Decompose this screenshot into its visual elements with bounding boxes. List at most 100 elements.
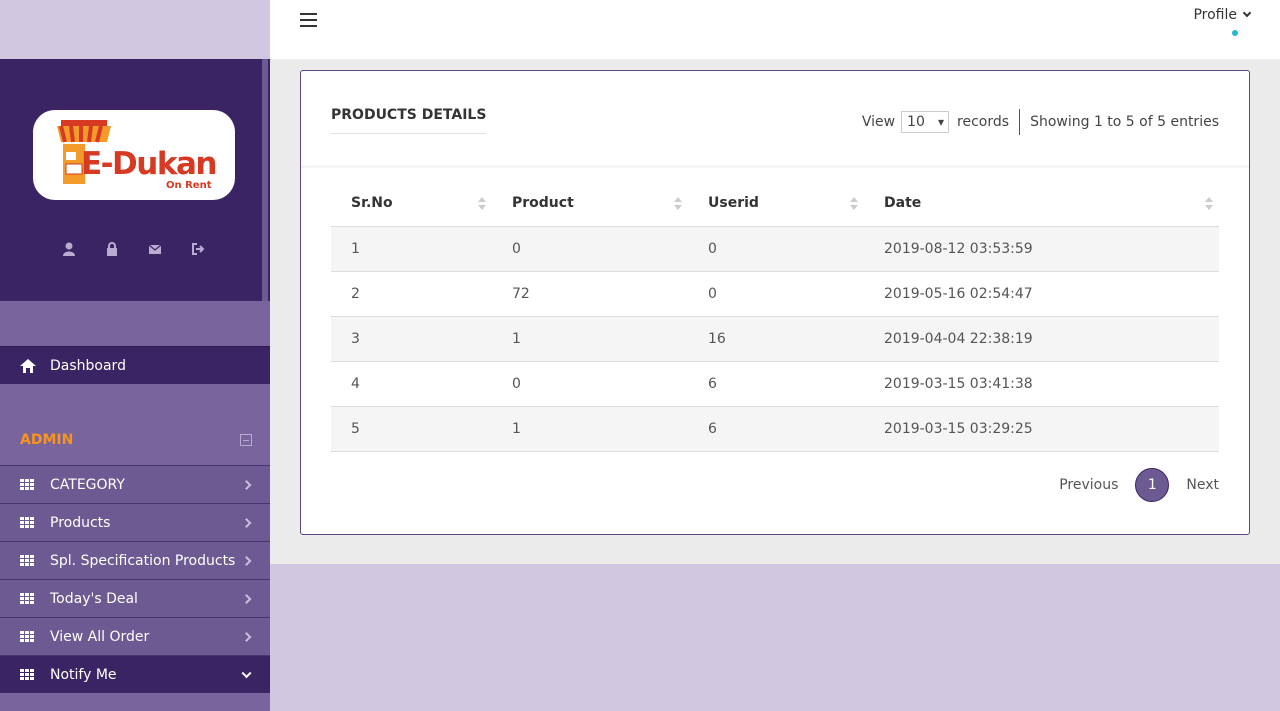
view-label: View: [861, 114, 896, 130]
profile-quick-actions: [62, 241, 205, 256]
admin-section-header[interactable]: ADMIN: [0, 418, 270, 462]
top-header: Profile: [270, 0, 1280, 59]
products-table: Sr.No Product Userid Date 1 0 0 2019-08-…: [331, 181, 1219, 452]
sidebar-item-label: Today's Deal: [50, 590, 138, 607]
column-header-date[interactable]: Date: [864, 181, 1219, 227]
sidebar-item-label: Dashboard: [50, 357, 126, 374]
table-cell: 16: [688, 316, 864, 362]
sidebar-item-label: Notify Me: [50, 666, 117, 683]
table-cell: 72: [492, 271, 688, 317]
table-cell: 1: [331, 226, 492, 272]
column-header-product[interactable]: Product: [492, 181, 688, 227]
divider: [1019, 109, 1021, 135]
column-header-label: Userid: [708, 195, 759, 212]
table-cell: 0: [492, 226, 688, 272]
page-title: PRODUCTS DETAILS: [331, 107, 487, 134]
logout-icon[interactable]: [191, 241, 205, 255]
logo-subtext: On Rent: [166, 180, 212, 191]
column-header-userid[interactable]: Userid: [688, 181, 864, 227]
collapse-icon[interactable]: [240, 434, 252, 446]
chevron-right-icon: [241, 631, 252, 642]
envelope-icon[interactable]: [148, 241, 162, 255]
sidebar-item-label: Products: [50, 514, 111, 531]
chevron-down-icon: [241, 667, 252, 678]
sidebar-profile-panel: E-Dukan On Rent: [0, 59, 270, 301]
chevron-right-icon: [241, 479, 252, 490]
sort-icon: [850, 197, 858, 211]
table-row: 2 72 0 2019-05-16 02:54:47: [331, 271, 1219, 317]
online-status-dot: [1232, 30, 1238, 36]
table-cell: 2019-03-15 03:41:38: [864, 361, 1219, 407]
menu-toggle-icon[interactable]: [300, 13, 317, 27]
sidebar-item-label: Spl. Specification Products: [50, 552, 236, 569]
sidebar-band: [0, 301, 270, 346]
table-cell: 1: [492, 316, 688, 362]
sidebar-item-products[interactable]: Products: [0, 503, 270, 541]
table-cell: 5: [331, 406, 492, 452]
records-label: records: [957, 114, 1010, 130]
sidebar: E-Dukan On Rent Dashboard ADMIN CATEGORY…: [0, 0, 270, 711]
chevron-right-icon: [241, 555, 252, 566]
table-cell: 0: [688, 226, 864, 272]
table-cell: 6: [688, 406, 864, 452]
chevron-right-icon: [241, 593, 252, 604]
table-cell: 2: [331, 271, 492, 317]
grid-icon: [20, 630, 34, 643]
table-cell: 2019-03-15 03:29:25: [864, 406, 1219, 452]
grid-icon: [20, 554, 34, 567]
footer-area: [270, 564, 1280, 711]
page-size-select[interactable]: 10: [901, 111, 950, 133]
table-cell: 2019-04-04 22:38:19: [864, 316, 1219, 362]
sort-icon: [478, 197, 486, 211]
table-cell: 0: [492, 361, 688, 407]
admin-menu: CATEGORY Products Spl. Specification Pro…: [0, 465, 270, 693]
page-size-value: 10: [907, 114, 925, 130]
sidebar-item-view-all-order[interactable]: View All Order: [0, 617, 270, 655]
column-header-label: Sr.No: [351, 195, 393, 212]
sidebar-item-todays-deal[interactable]: Today's Deal: [0, 579, 270, 617]
sidebar-item-notify-me[interactable]: Notify Me: [0, 655, 270, 693]
sidebar-item-spl-specification-products[interactable]: Spl. Specification Products: [0, 541, 270, 579]
next-page-button[interactable]: Next: [1186, 477, 1219, 493]
page-1-button[interactable]: 1: [1135, 468, 1170, 502]
sort-icon: [1205, 197, 1213, 211]
chevron-down-icon: [1242, 8, 1252, 18]
table-row: 1 0 0 2019-08-12 03:53:59: [331, 226, 1219, 272]
grid-icon: [20, 516, 34, 529]
profile-label: Profile: [1193, 7, 1237, 23]
pagination: Previous 1 Next: [1059, 468, 1219, 502]
sort-icon: [674, 197, 682, 211]
sidebar-item-dashboard[interactable]: Dashboard: [0, 346, 270, 384]
table-row: 4 0 6 2019-03-15 03:41:38: [331, 361, 1219, 407]
grid-icon: [20, 592, 34, 605]
table-cell: 2019-05-16 02:54:47: [864, 271, 1219, 317]
column-header-label: Product: [512, 195, 574, 212]
column-header-srno[interactable]: Sr.No: [331, 181, 492, 227]
table-cell: 4: [331, 361, 492, 407]
table-cell: 3: [331, 316, 492, 362]
brand-logo[interactable]: E-Dukan On Rent: [33, 110, 235, 200]
lock-icon[interactable]: [105, 241, 119, 256]
grid-icon: [20, 668, 34, 681]
sidebar-item-category[interactable]: CATEGORY: [0, 465, 270, 503]
profile-dropdown[interactable]: Profile: [1193, 7, 1252, 23]
sidebar-scrollbar[interactable]: [262, 59, 268, 339]
table-row: 3 1 16 2019-04-04 22:38:19: [331, 316, 1219, 362]
table-cell: 1: [492, 406, 688, 452]
admin-section-label: ADMIN: [20, 432, 74, 448]
home-icon: [20, 358, 36, 373]
table-length-controls: View 10 records Showing 1 to 5 of 5 entr…: [862, 109, 1219, 135]
previous-page-button[interactable]: Previous: [1059, 477, 1118, 493]
entries-info: Showing 1 to 5 of 5 entries: [1030, 114, 1219, 130]
products-details-card: PRODUCTS DETAILS View 10 records Showing…: [300, 70, 1250, 535]
chevron-right-icon: [241, 517, 252, 528]
column-header-label: Date: [884, 195, 922, 212]
table-cell: 2019-08-12 03:53:59: [864, 226, 1219, 272]
sidebar-top-band: [0, 0, 270, 59]
logo-text: E-Dukan: [81, 146, 217, 182]
table-cell: 6: [688, 361, 864, 407]
grid-icon: [20, 478, 34, 491]
user-icon[interactable]: [62, 241, 76, 256]
table-row: 5 1 6 2019-03-15 03:29:25: [331, 406, 1219, 452]
sidebar-item-label: CATEGORY: [50, 476, 125, 493]
